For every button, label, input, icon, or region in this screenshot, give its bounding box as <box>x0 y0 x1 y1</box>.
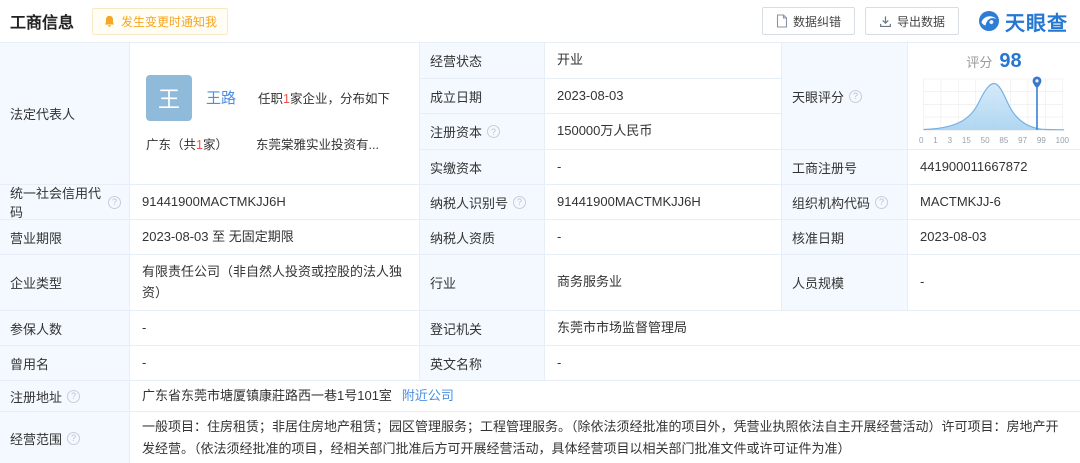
field-value-establish-date: 2023-08-03 <box>545 79 781 113</box>
download-icon <box>880 15 891 27</box>
info-icon[interactable]: ? <box>67 389 81 403</box>
field-value-paidin-capital: - <box>545 150 781 184</box>
business-info-panel: 工商信息 发生变更时通知我 数据纠错 导出数据 天眼查 法定代表人 王 王路 任… <box>0 0 1080 463</box>
related-company-name: 东莞棠雅实业投资有... <box>256 137 379 152</box>
field-value-industry: 商务服务业 <box>545 255 781 310</box>
field-value-org-code: MACTMKJJ-6 <box>908 185 1080 219</box>
field-label-insured-count: 参保人数 <box>0 311 129 345</box>
score-header: 评分 98 <box>966 49 1022 72</box>
tianyancha-logo-text: 天眼查 <box>1005 12 1068 35</box>
field-label-registry-authority: 登记机关 <box>420 311 544 345</box>
export-data-label: 导出数据 <box>896 14 945 29</box>
field-label-approval-date: 核准日期 <box>782 220 907 254</box>
header-actions: 数据纠错 导出数据 天眼查 <box>761 7 1068 36</box>
info-icon[interactable]: ? <box>487 125 501 138</box>
legal-rep-tenure: 任职1家企业，分布如下 <box>258 92 390 106</box>
field-label-taxpayer-qualification: 纳税人资质 <box>420 220 544 254</box>
field-label-business-scope: 经营范围? <box>0 412 129 463</box>
tianyancha-logo-icon <box>979 11 999 31</box>
field-label-business-status: 经营状态 <box>420 43 544 78</box>
field-label-registered-capital: 注册资本? <box>420 114 544 149</box>
field-value-registered-capital: 150000万人民币 <box>545 114 781 149</box>
field-value-tianyan-score: 评分 98 0 1 3 15 50 85 97 99 100 <box>908 43 1080 149</box>
field-value-legal-rep: 王 王路 任职1家企业，分布如下 广东（共1家） 东莞棠雅实业投资有... <box>130 43 419 184</box>
field-value-business-scope: 一般项目：住房租赁；非居住房地产租赁；园区管理服务；工程管理服务。（除依法须经批… <box>130 412 1080 463</box>
field-label-former-name: 曾用名 <box>0 346 129 380</box>
tianyancha-logo[interactable]: 天眼查 <box>977 7 1068 36</box>
field-value-company-type: 有限责任公司（非自然人投资或控股的法人独资） <box>130 255 419 310</box>
field-value-registered-address: 广东省东莞市塘厦镇康莊路西一巷1号101室 附近公司 <box>130 381 1080 411</box>
field-value-taxpayer-id: 91441900MACTMKJJ6H <box>545 185 781 219</box>
data-correction-button[interactable]: 数据纠错 <box>761 7 855 35</box>
info-icon[interactable]: ? <box>875 195 889 209</box>
field-value-former-name: - <box>130 346 419 380</box>
section-title: 工商信息 <box>10 15 75 32</box>
notify-badge-label: 发生变更时通知我 <box>121 14 218 29</box>
field-label-company-type: 企业类型 <box>0 255 129 310</box>
export-data-button[interactable]: 导出数据 <box>864 7 959 35</box>
field-value-business-status: 开业 <box>545 43 781 78</box>
notify-on-change-button[interactable]: 发生变更时通知我 <box>92 7 229 35</box>
field-label-org-code: 组织机构代码? <box>782 185 907 219</box>
field-label-reg-number: 工商注册号 <box>782 150 907 184</box>
field-label-credit-code: 统一社会信用代码? <box>0 185 129 220</box>
field-value-business-term: 2023-08-03 至 无固定期限 <box>130 220 419 254</box>
field-label-staff-size: 人员规模 <box>782 255 907 310</box>
score-value: 98 <box>999 49 1022 72</box>
section-header: 工商信息 发生变更时通知我 数据纠错 导出数据 天眼查 <box>0 0 1080 42</box>
field-label-paidin-capital: 实缴资本 <box>420 150 544 184</box>
field-value-taxpayer-qualification: - <box>545 220 781 254</box>
field-label-english-name: 英文名称 <box>420 346 544 380</box>
legal-rep-row: 王 王路 任职1家企业，分布如下 <box>146 74 419 121</box>
field-label-establish-date: 成立日期 <box>420 79 544 113</box>
region-count: 广东（共1家） <box>146 137 228 152</box>
info-icon[interactable]: ? <box>67 431 81 445</box>
field-label-business-term: 营业期限 <box>0 220 129 254</box>
field-label-taxpayer-id: 纳税人识别号? <box>420 185 544 219</box>
avatar: 王 <box>146 74 192 121</box>
field-label-industry: 行业 <box>420 255 544 310</box>
field-value-insured-count: - <box>130 311 419 345</box>
bell-icon <box>104 15 115 27</box>
nearby-companies-link[interactable]: 附近公司 <box>402 386 454 406</box>
info-icon[interactable]: ? <box>849 89 863 103</box>
score-axis-ticks: 0 1 3 15 50 85 97 99 100 <box>919 135 1069 145</box>
legal-rep-name-link[interactable]: 王路 <box>206 87 236 108</box>
field-value-approval-date: 2023-08-03 <box>908 220 1080 254</box>
score-marker-pin <box>1032 76 1042 130</box>
field-label-registered-address: 注册地址? <box>0 381 129 411</box>
legal-rep-distribution-row: 广东（共1家） 东莞棠雅实业投资有... <box>146 134 419 153</box>
business-info-table: 法定代表人 王 王路 任职1家企业，分布如下 广东（共1家） 东莞棠雅实业投资有… <box>0 42 1080 463</box>
document-icon <box>776 14 788 28</box>
tenure-count: 1 <box>283 92 290 106</box>
field-value-staff-size: - <box>908 255 1080 310</box>
field-value-english-name: - <box>545 346 1080 380</box>
field-value-reg-number: 441900011667872 <box>908 150 1080 184</box>
info-icon[interactable]: ? <box>108 195 121 209</box>
field-value-credit-code: 91441900MACTMKJJ6H <box>130 185 419 219</box>
info-icon[interactable]: ? <box>513 195 527 209</box>
field-label-legal-rep: 法定代表人 <box>0 43 129 184</box>
field-value-registry-authority: 东莞市市场监督管理局 <box>545 311 1080 345</box>
data-correction-label: 数据纠错 <box>792 14 841 29</box>
score-distribution-chart <box>923 76 1065 130</box>
field-label-tianyan-score: 天眼评分? <box>782 43 907 149</box>
